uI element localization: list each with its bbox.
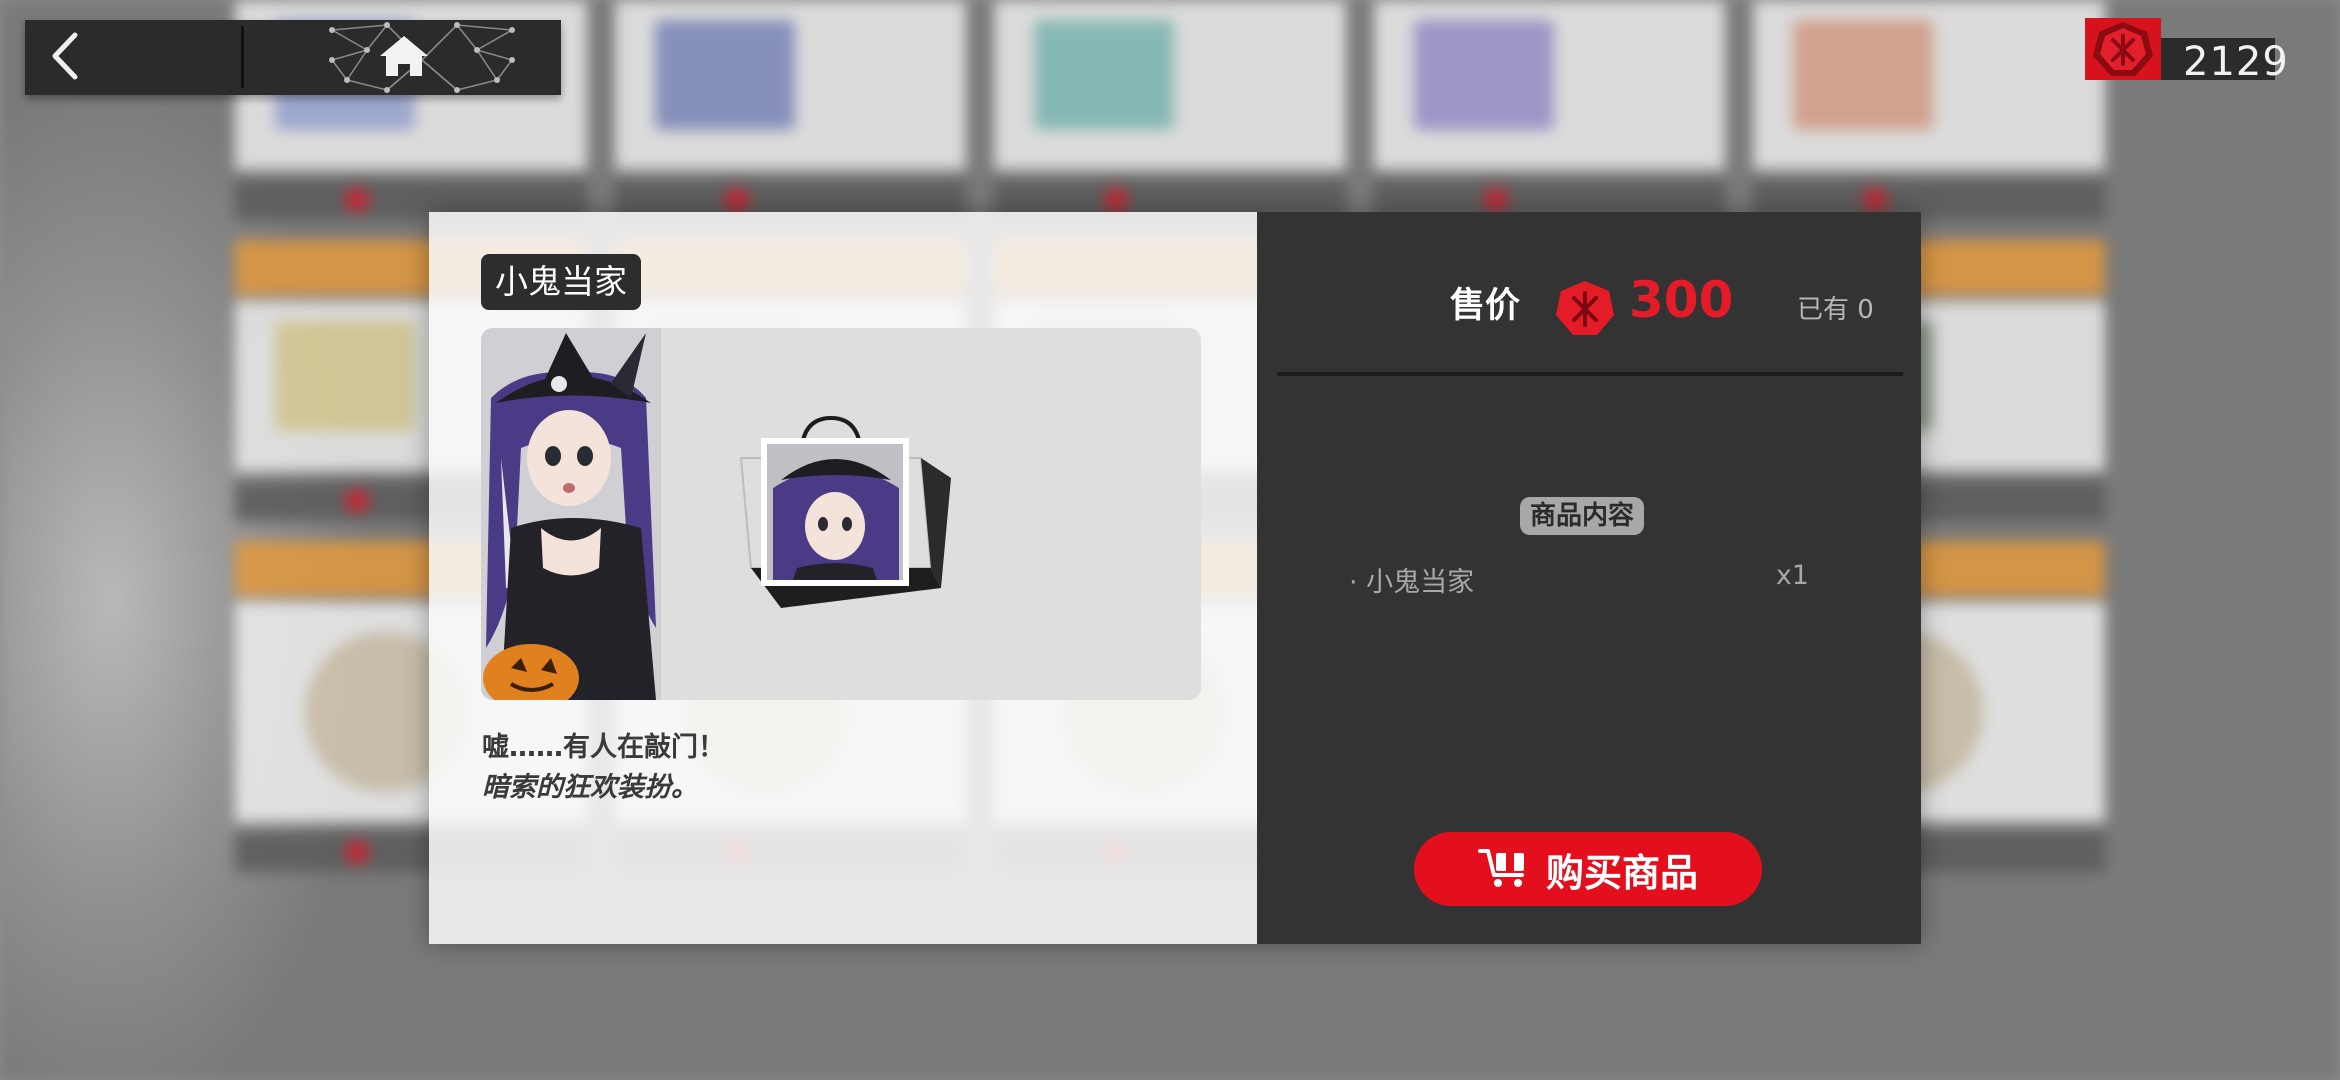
price-label: 售价 — [1450, 286, 1521, 326]
home-icon — [378, 34, 430, 82]
currency-display: 2129 — [2085, 18, 2288, 85]
divider — [1277, 372, 1903, 376]
price-value: 300 — [1629, 271, 1734, 329]
purchase-dialog: 小鬼当家 嘘……有人在敲门！ 暗索的狂欢装扮。 售价 300 已有 0 商品内容… — [429, 212, 1921, 944]
chevron-left-icon — [47, 31, 81, 85]
back-button[interactable] — [25, 20, 243, 95]
character-portrait — [481, 328, 661, 700]
top-nav-bar — [25, 20, 561, 95]
purchase-panel: 售价 300 已有 0 商品内容 · 小鬼当家 x1 购买商品 — [1257, 212, 1921, 944]
content-item-name: · 小鬼当家 — [1349, 567, 1475, 598]
red-gem-icon — [1554, 279, 1616, 337]
buy-button[interactable]: 购买商品 — [1414, 832, 1762, 906]
buy-button-label: 购买商品 — [1545, 850, 1698, 895]
description-line-2: 暗索的狂欢装扮。 — [482, 772, 698, 803]
shopping-cart-icon — [1477, 845, 1532, 893]
contents-label: 商品内容 — [1520, 497, 1645, 535]
owned-count: 已有 0 — [1797, 295, 1874, 325]
item-description: 嘘……有人在敲门！ 暗索的狂欢装扮。 — [482, 728, 725, 808]
nav-divider — [241, 26, 244, 88]
content-item: · 小鬼当家 x1 — [1349, 560, 1809, 600]
gift-bag-image — [739, 415, 951, 608]
item-title: 小鬼当家 — [481, 254, 641, 310]
currency-amount: 2129 — [2183, 39, 2289, 85]
home-button[interactable] — [247, 20, 561, 95]
item-detail-panel: 小鬼当家 嘘……有人在敲门！ 暗索的狂欢装扮。 — [429, 212, 1257, 944]
description-line-1: 嘘……有人在敲门！ — [482, 732, 725, 763]
price-row: 售价 300 已有 0 — [1257, 267, 1921, 337]
red-gem-icon — [2085, 18, 2165, 80]
content-item-quantity: x1 — [1775, 560, 1809, 591]
item-preview — [481, 328, 1201, 700]
